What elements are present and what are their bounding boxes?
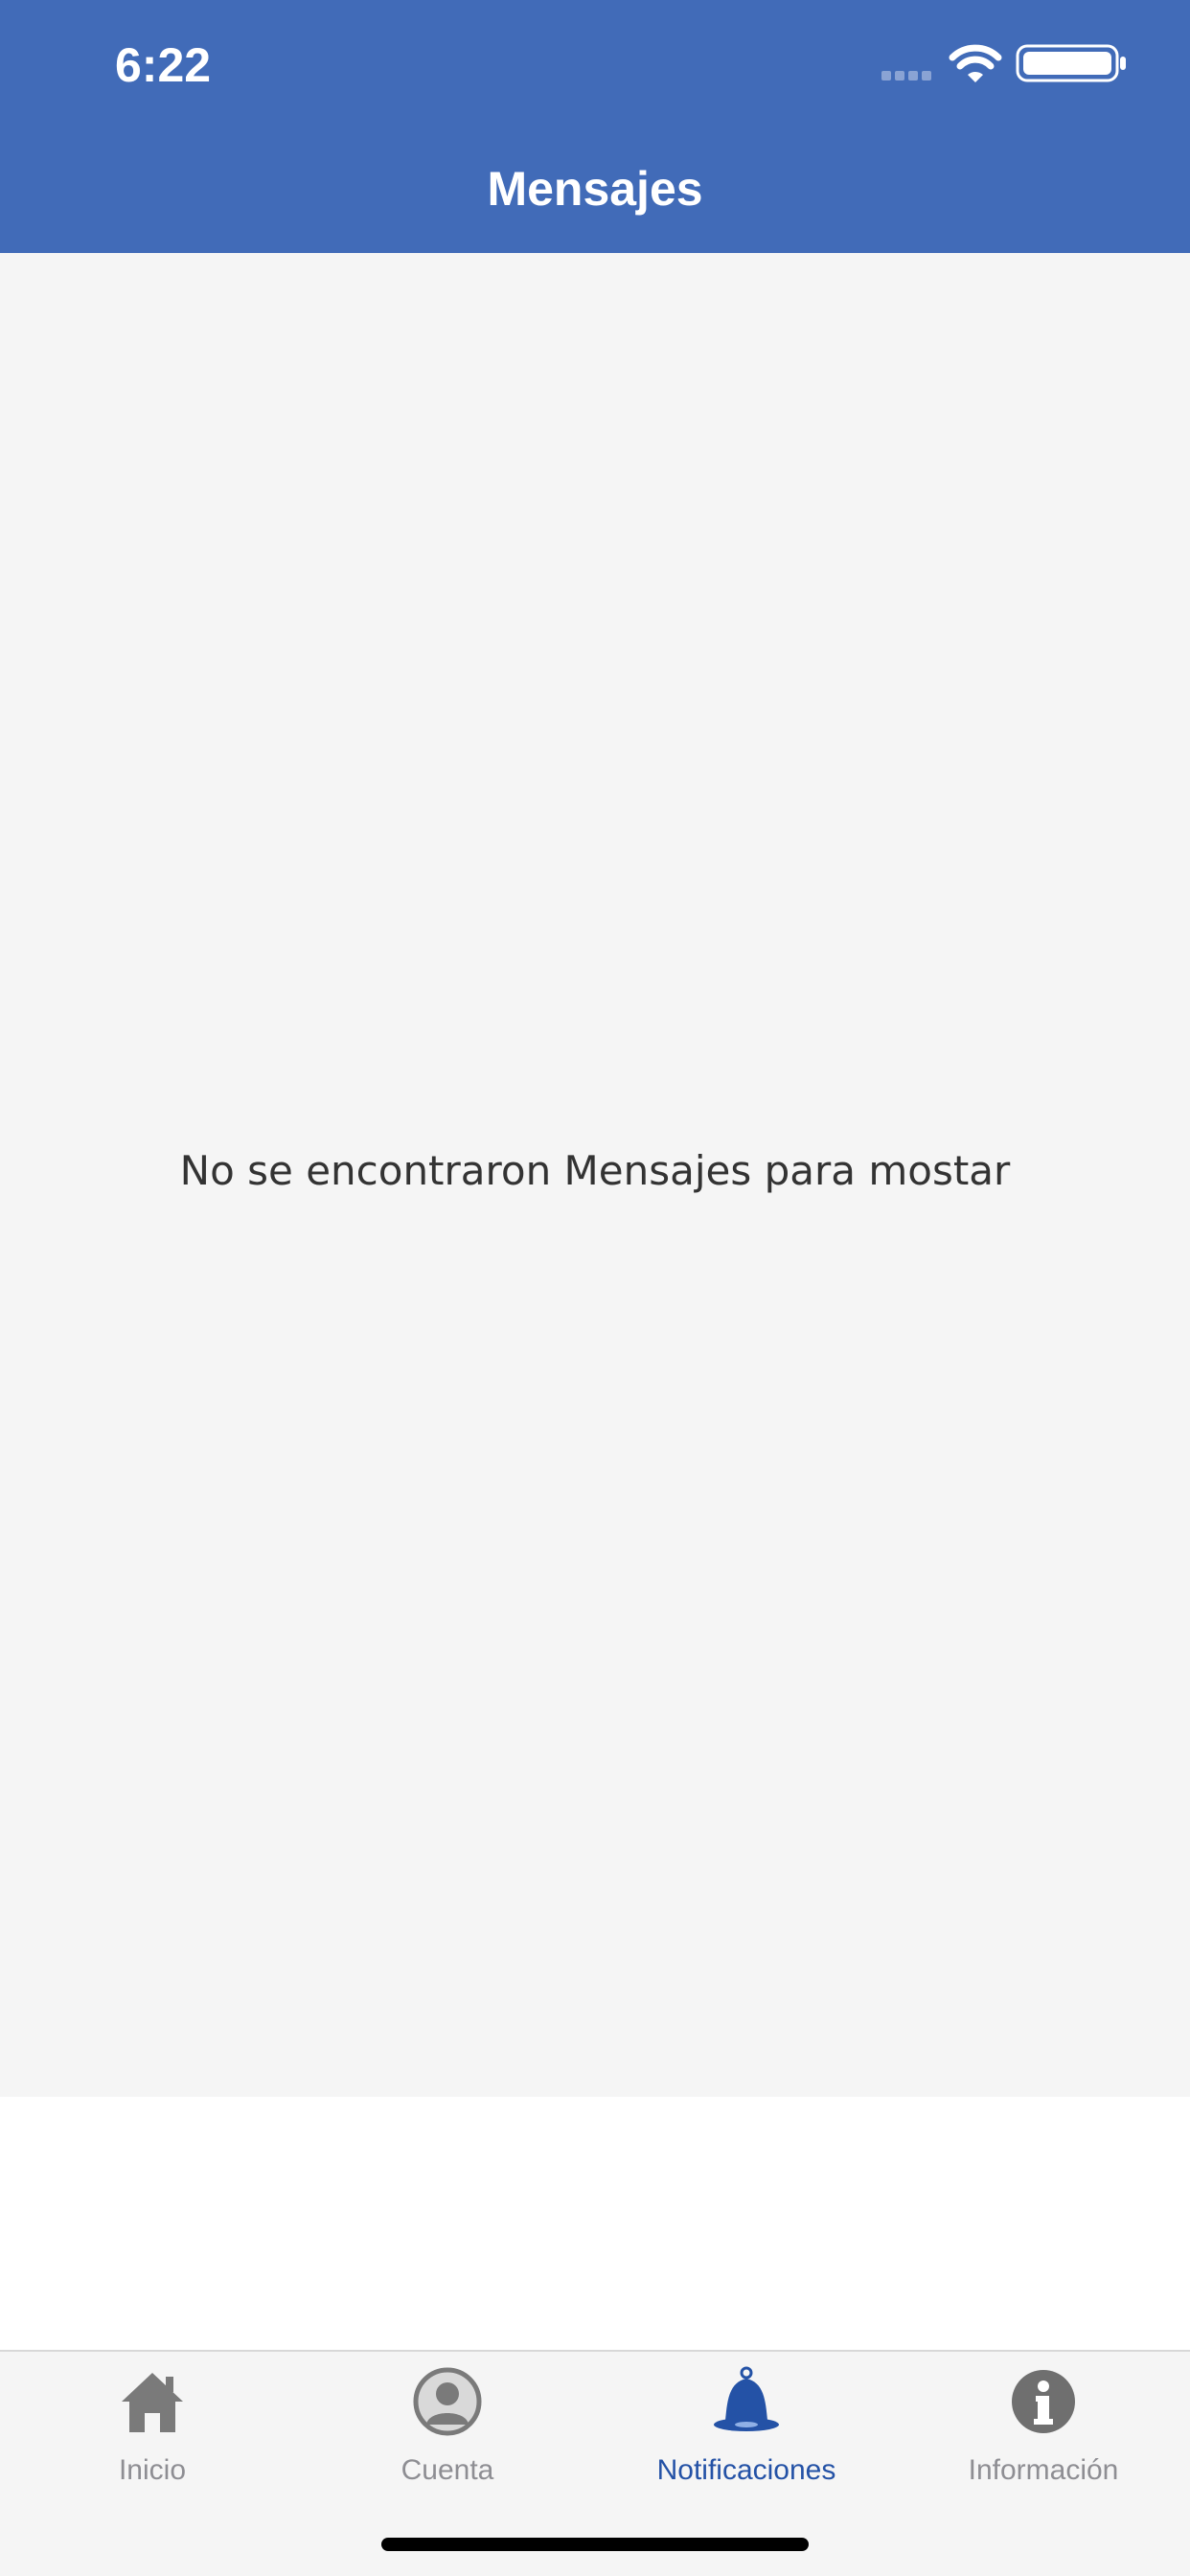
bell-icon (714, 2366, 779, 2431)
info-icon (1012, 2370, 1075, 2433)
tab-cuenta[interactable]: Cuenta (299, 2365, 596, 2499)
tab-informacion[interactable]: Información (895, 2365, 1190, 2499)
tab-label: Inicio (118, 2454, 187, 2486)
tab-inicio[interactable]: Inicio (4, 2365, 301, 2499)
status-icons (881, 42, 1131, 88)
signal-dots-icon (881, 71, 931, 80)
messages-content: No se encontraron Mensajes para mostar (0, 253, 1190, 2097)
status-time: 6:22 (115, 38, 212, 92)
tab-label: Notificaciones (656, 2454, 836, 2486)
account-icon (413, 2367, 482, 2436)
header: 6:22 Mensajes (0, 0, 1190, 253)
tab-notificaciones[interactable]: Notificaciones (598, 2365, 895, 2499)
content-footer-space (0, 2097, 1190, 2350)
empty-state-message: No se encontraron Mensajes para mostar (179, 1147, 1011, 1194)
tab-label: Información (968, 2454, 1119, 2486)
page-title: Mensajes (487, 162, 703, 216)
wifi-icon (949, 44, 1002, 82)
home-icon (122, 2373, 183, 2432)
home-indicator (381, 2538, 809, 2551)
status-icons-svg (881, 44, 1126, 82)
battery-icon (1016, 44, 1126, 82)
tab-label: Cuenta (400, 2454, 494, 2486)
